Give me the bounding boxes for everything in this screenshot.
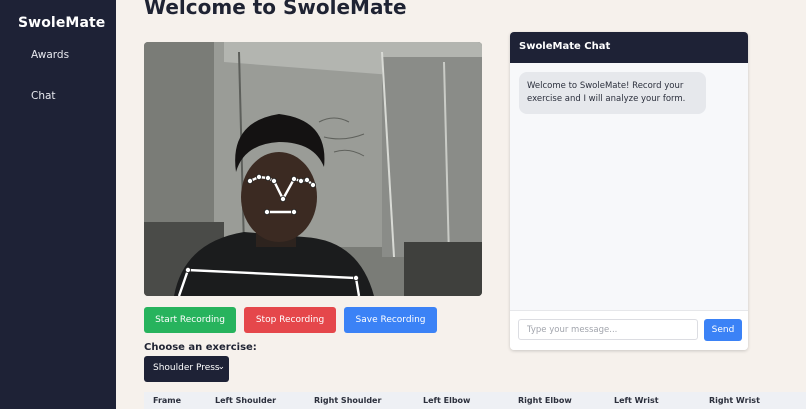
chat-message-text: Welcome to SwoleMate! Record your exerci…	[527, 81, 686, 104]
start-recording-button[interactable]: Start Recording	[144, 307, 236, 333]
sidebar-item-awards[interactable]: Awards	[31, 49, 69, 61]
pose-table-header: Frame Left Shoulder Right Shoulder Left …	[144, 392, 806, 409]
table-header-cell: Right Wrist	[709, 396, 760, 405]
table-header-cell: Left Wrist	[614, 396, 659, 405]
table-header-cell: Left Shoulder	[215, 396, 277, 405]
page-title: Welcome to SwoleMate	[144, 0, 407, 19]
chat-title: SwoleMate Chat	[519, 41, 611, 52]
webcam-feed	[144, 42, 482, 296]
table-header-cell: Right Elbow	[518, 396, 572, 405]
sidebar-item-chat[interactable]: Chat	[31, 90, 56, 102]
chat-message-bot: Welcome to SwoleMate! Record your exerci…	[519, 72, 706, 114]
chat-message-input[interactable]	[518, 319, 698, 340]
chat-panel: SwoleMate Chat Welcome to SwoleMate! Rec…	[510, 32, 748, 350]
exercise-label: Choose an exercise:	[144, 342, 257, 353]
chat-footer: Send	[510, 310, 748, 350]
table-header-cell: Right Shoulder	[314, 396, 382, 405]
stop-recording-button[interactable]: Stop Recording	[244, 307, 336, 333]
table-header-cell: Frame	[153, 396, 182, 405]
sidebar: SwoleMate Awards Chat	[0, 0, 116, 409]
save-recording-button[interactable]: Save Recording	[344, 307, 437, 333]
app-brand: SwoleMate	[18, 15, 106, 31]
send-button[interactable]: Send	[704, 319, 742, 341]
chat-header: SwoleMate Chat	[510, 32, 748, 63]
exercise-select-value: Shoulder Press	[153, 363, 220, 373]
webcam-scene	[144, 42, 482, 296]
chevron-down-icon: ⌄	[217, 362, 225, 372]
table-header-cell: Left Elbow	[423, 396, 471, 405]
exercise-select[interactable]: Shoulder Press ⌄	[144, 356, 229, 382]
